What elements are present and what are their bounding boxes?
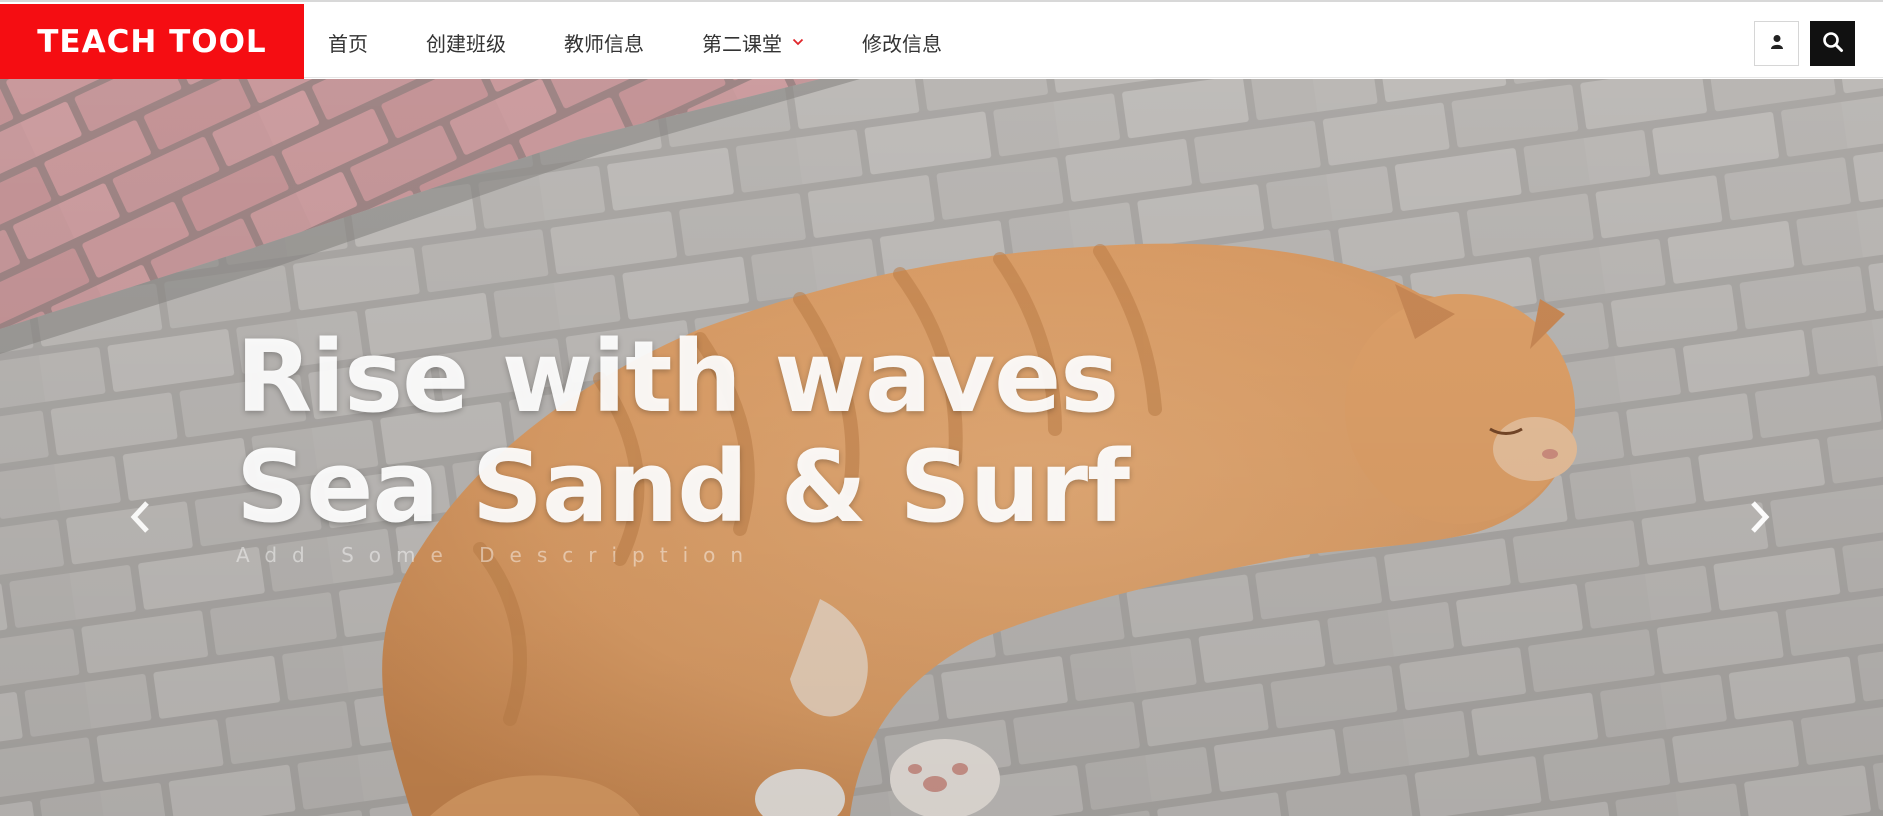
search-button[interactable] (1810, 21, 1855, 66)
main-nav: 首页 创建班级 教师信息 第二课堂 修改信息 (304, 4, 971, 80)
chevron-left-icon (129, 499, 151, 539)
hero-title-line-1: Rise with waves (236, 320, 1119, 435)
hero-caption: Rise with waves Sea Sand & Surf Add Some… (236, 320, 1130, 568)
nav-item-label: 教师信息 (564, 31, 644, 56)
brand-logo[interactable]: TEACH TOOL (0, 4, 304, 80)
chevron-right-icon (1749, 499, 1771, 539)
nav-item-label: 第二课堂 (702, 31, 782, 56)
top-navbar: TEACH TOOL 首页 创建班级 教师信息 第二课堂 修改信息 (0, 0, 1883, 80)
user-button[interactable] (1754, 21, 1799, 66)
nav-item-label: 创建班级 (426, 31, 506, 56)
hero-description: Add Some Description (236, 543, 759, 567)
nav-item-create-class[interactable]: 创建班级 (397, 4, 535, 80)
nav-item-label: 首页 (328, 31, 368, 56)
hero-title-line-2: Sea Sand & Surf (236, 430, 1130, 545)
nav-item-home[interactable]: 首页 (304, 4, 397, 80)
hero-slider: Rise with waves Sea Sand & Surf Add Some… (0, 79, 1883, 816)
nav-item-second-classroom[interactable]: 第二课堂 (673, 4, 833, 80)
search-icon (1822, 31, 1844, 57)
slider-prev-button[interactable] (120, 494, 160, 544)
chevron-down-icon[interactable] (792, 36, 804, 48)
nav-item-edit-info[interactable]: 修改信息 (833, 4, 971, 80)
nav-item-teacher-info[interactable]: 教师信息 (535, 4, 673, 80)
nav-item-label: 修改信息 (862, 31, 942, 56)
user-icon (1770, 34, 1784, 54)
slider-next-button[interactable] (1740, 494, 1780, 544)
